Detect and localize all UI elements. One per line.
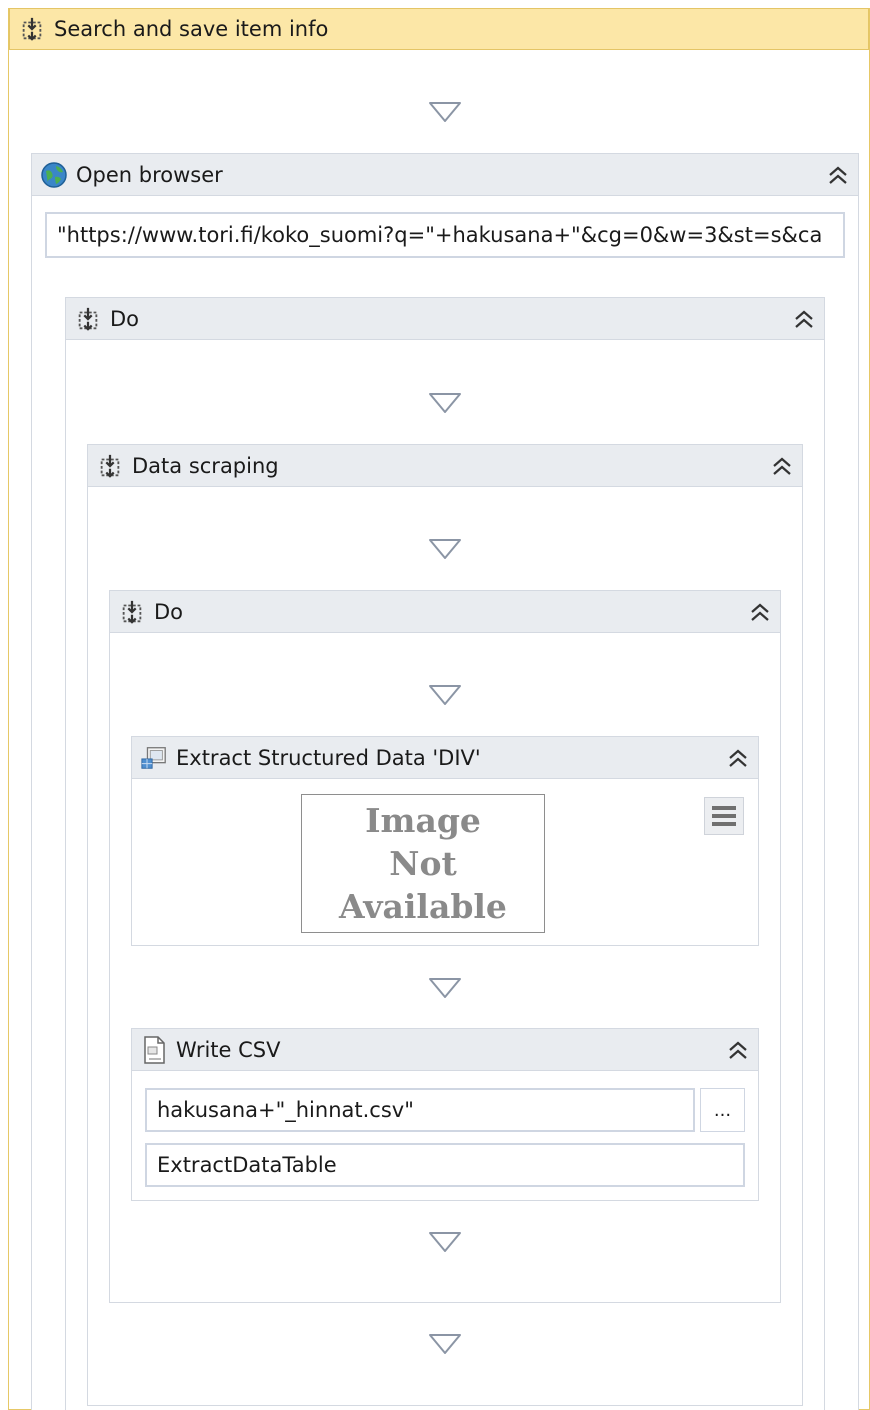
open-browser-title: Open browser xyxy=(76,162,223,187)
extract-structured-data-header[interactable]: Extract Structured Data 'DIV' xyxy=(132,737,758,779)
collapse-icon[interactable] xyxy=(768,452,796,480)
menu-icon[interactable] xyxy=(704,797,744,835)
drop-target-icon[interactable] xyxy=(428,1231,462,1253)
collapse-icon[interactable] xyxy=(724,1036,752,1064)
sequence-icon xyxy=(118,598,146,626)
url-input[interactable]: "https://www.tori.fi/koko_suomi?q="+haku… xyxy=(45,212,845,258)
drop-target-icon[interactable] xyxy=(428,101,462,123)
drop-target-icon[interactable] xyxy=(428,684,462,706)
extract-structured-data-activity[interactable]: Extract Structured Data 'DIV' Image Not … xyxy=(131,736,759,946)
do-outer-title: Do xyxy=(110,306,140,331)
open-browser-header[interactable]: Open browser xyxy=(32,154,858,196)
do-inner-title: Do xyxy=(154,599,184,624)
outer-sequence-title: Search and save item info xyxy=(54,17,329,41)
collapse-icon[interactable] xyxy=(746,598,774,626)
do-outer-header[interactable]: Do xyxy=(66,298,824,340)
sequence-icon xyxy=(18,15,46,43)
placeholder-line: Image xyxy=(365,801,481,840)
extract-data-icon xyxy=(140,744,168,772)
write-csv-header[interactable]: Write CSV xyxy=(132,1029,758,1071)
globe-icon xyxy=(40,161,68,189)
image-not-available-placeholder: Image Not Available xyxy=(301,794,545,933)
browse-button[interactable]: ... xyxy=(700,1088,745,1132)
placeholder-line: Available xyxy=(339,887,507,926)
datatable-input[interactable]: ExtractDataTable xyxy=(145,1143,745,1187)
drop-target-icon[interactable] xyxy=(428,1333,462,1355)
do-inner-header[interactable]: Do xyxy=(110,591,780,633)
sequence-icon xyxy=(74,305,102,333)
sequence-icon xyxy=(96,452,124,480)
csv-file-path-input[interactable]: hakusana+"_hinnat.csv" xyxy=(145,1088,695,1132)
collapse-icon[interactable] xyxy=(824,161,852,189)
drop-target-icon[interactable] xyxy=(428,977,462,999)
drop-target-icon[interactable] xyxy=(428,392,462,414)
write-csv-activity[interactable]: Write CSV hakusana+"_hinnat.csv" ... Ext… xyxy=(131,1028,759,1201)
write-csv-title: Write CSV xyxy=(176,1037,281,1062)
outer-sequence-header[interactable]: Search and save item info xyxy=(9,8,869,50)
data-scraping-title: Data scraping xyxy=(132,453,279,478)
collapse-icon[interactable] xyxy=(790,305,818,333)
csv-file-icon xyxy=(140,1035,168,1064)
data-scraping-header[interactable]: Data scraping xyxy=(88,445,802,487)
collapse-icon[interactable] xyxy=(724,744,752,772)
drop-target-icon[interactable] xyxy=(428,538,462,560)
extract-structured-data-title: Extract Structured Data 'DIV' xyxy=(176,745,481,770)
placeholder-line: Not xyxy=(389,844,457,883)
